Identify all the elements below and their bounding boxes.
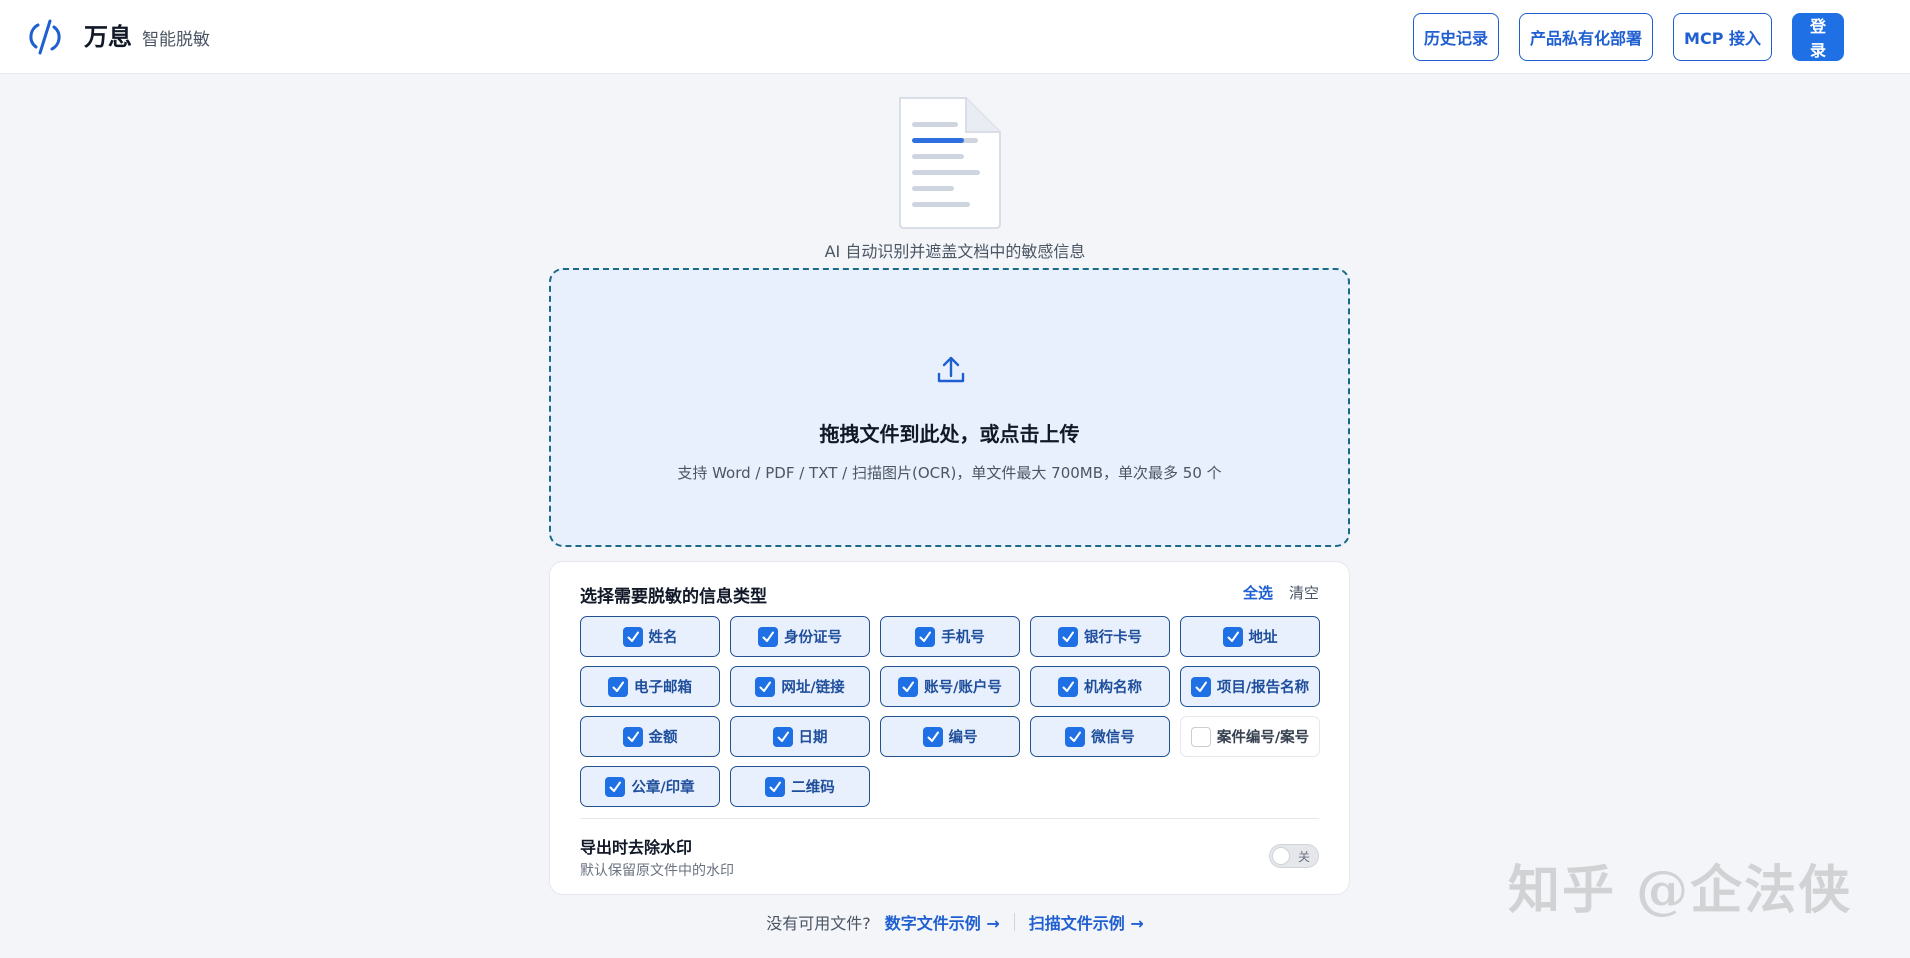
- header-actions: 历史记录 产品私有化部署 MCP 接入 登录: [1413, 12, 1844, 61]
- option-label: 微信号: [1091, 730, 1135, 746]
- option-chip[interactable]: 手机号: [880, 616, 1020, 657]
- option-grid: 姓名 身份证号 手机号 银行卡号 地址电子邮箱 网址/链接 账号/账户号 机构名称 项目/报告名…: [580, 616, 1320, 807]
- option-label: 机构名称: [1084, 680, 1142, 696]
- option-label: 银行卡号: [1084, 630, 1142, 646]
- digital-example-link[interactable]: 数字文件示例 →: [885, 910, 1000, 934]
- top-header: 万息 智能脱敏 历史记录 产品私有化部署 MCP 接入 登录: [0, 0, 1910, 74]
- checkbox-checked-icon[interactable]: [765, 776, 786, 797]
- option-label: 地址: [1248, 630, 1278, 646]
- document-illustration-icon: [899, 97, 1001, 229]
- watermark-setting-subtitle: 默认保留原文件中的水印: [580, 863, 734, 879]
- option-label: 电子邮箱: [634, 680, 692, 696]
- upload-title: 拖拽文件到此处，或点击上传: [819, 422, 1080, 446]
- checkbox-checked-icon[interactable]: [608, 676, 628, 697]
- option-label: 项目/报告名称: [1216, 680, 1310, 696]
- options-card: 选择需要脱敏的信息类型 全选 清空 姓名 身份证号 手机号 银行卡号 地址电子邮箱 网址/…: [549, 561, 1350, 895]
- option-chip[interactable]: 二维码: [730, 766, 870, 807]
- no-file-text: 没有可用文件?: [766, 914, 871, 933]
- options-actions: 全选 清空: [1243, 582, 1319, 603]
- checkbox-checked-icon[interactable]: [915, 626, 936, 647]
- clear-link[interactable]: 清空: [1289, 582, 1319, 603]
- checkbox-checked-icon[interactable]: [1058, 676, 1078, 697]
- checkbox-checked-icon[interactable]: [1190, 676, 1211, 697]
- checkbox-checked-icon[interactable]: [922, 726, 943, 747]
- option-chip[interactable]: 金额: [580, 716, 720, 757]
- upload-icon: [937, 356, 965, 383]
- options-title: 选择需要脱敏的信息类型: [580, 587, 767, 607]
- brand-subtitle: 智能脱敏: [142, 29, 210, 50]
- checkbox-checked-icon[interactable]: [1222, 626, 1243, 647]
- option-label: 网址/链接: [781, 680, 845, 696]
- checkbox-checked-icon[interactable]: [898, 676, 919, 697]
- history-button[interactable]: 历史记录: [1413, 12, 1500, 61]
- brand[interactable]: 万息 智能脱敏: [28, 17, 210, 57]
- option-label: 账号/账户号: [924, 680, 1002, 696]
- private-deploy-button[interactable]: 产品私有化部署: [1519, 12, 1654, 61]
- toggle-label: 关: [1298, 849, 1311, 864]
- checkbox-checked-icon[interactable]: [755, 676, 776, 697]
- brand-name: 万息: [84, 22, 132, 51]
- option-label: 二维码: [791, 780, 835, 796]
- checkbox-checked-icon[interactable]: [605, 776, 626, 797]
- option-label: 手机号: [941, 630, 985, 646]
- watermark-setting-title: 导出时去除水印: [580, 838, 693, 857]
- option-chip[interactable]: 地址: [1180, 616, 1320, 657]
- option-chip[interactable]: 银行卡号: [1030, 616, 1170, 657]
- checkbox-unchecked-icon[interactable]: [1190, 726, 1211, 747]
- option-chip[interactable]: 账号/账户号: [880, 666, 1020, 707]
- option-label: 金额: [648, 730, 678, 746]
- checkbox-checked-icon[interactable]: [758, 626, 778, 647]
- option-chip[interactable]: 网址/链接: [730, 666, 870, 707]
- checkbox-checked-icon[interactable]: [1065, 726, 1086, 747]
- option-chip[interactable]: 日期: [730, 716, 870, 757]
- option-label: 身份证号: [784, 630, 842, 646]
- scan-example-link[interactable]: 扫描文件示例 →: [1029, 910, 1144, 934]
- footer-separator: [1013, 913, 1015, 931]
- upload-hint: 支持 Word / PDF / TXT / 扫描图片(OCR)，单文件最大 70…: [677, 464, 1222, 482]
- zhihu-watermark: 知乎 @企法侠: [1508, 860, 1853, 921]
- option-chip[interactable]: 姓名: [580, 616, 720, 657]
- option-chip[interactable]: 电子邮箱: [580, 666, 720, 707]
- checkbox-checked-icon[interactable]: [772, 726, 793, 747]
- brand-logo-icon: [29, 19, 61, 54]
- option-chip[interactable]: 编号: [880, 716, 1020, 757]
- checkbox-checked-icon[interactable]: [1058, 626, 1078, 647]
- divider: [580, 818, 1319, 819]
- option-chip[interactable]: 公章/印章: [580, 766, 720, 807]
- option-label: 日期: [798, 730, 828, 746]
- option-chip[interactable]: 机构名称: [1030, 666, 1170, 707]
- checkbox-checked-icon[interactable]: [622, 726, 643, 747]
- option-label: 姓名: [648, 630, 678, 646]
- option-label: 公章/印章: [631, 780, 695, 796]
- tagline: AI 自动识别并遮盖文档中的敏感信息: [824, 242, 1086, 261]
- option-chip[interactable]: 微信号: [1030, 716, 1170, 757]
- option-chip[interactable]: 身份证号: [730, 616, 870, 657]
- option-label: 编号: [948, 730, 978, 746]
- watermark-toggle[interactable]: 关: [1269, 844, 1319, 868]
- upload-dropzone[interactable]: 拖拽文件到此处，或点击上传 支持 Word / PDF / TXT / 扫描图片…: [549, 268, 1350, 547]
- login-button[interactable]: 登录: [1792, 12, 1844, 61]
- toggle-knob: [1272, 847, 1290, 865]
- option-label: 案件编号/案号: [1216, 730, 1310, 746]
- option-chip[interactable]: 案件编号/案号: [1180, 716, 1320, 757]
- select-all-link[interactable]: 全选: [1243, 582, 1273, 603]
- option-chip[interactable]: 项目/报告名称: [1180, 666, 1320, 707]
- checkbox-checked-icon[interactable]: [622, 626, 643, 647]
- mcp-button[interactable]: MCP 接入: [1673, 12, 1772, 61]
